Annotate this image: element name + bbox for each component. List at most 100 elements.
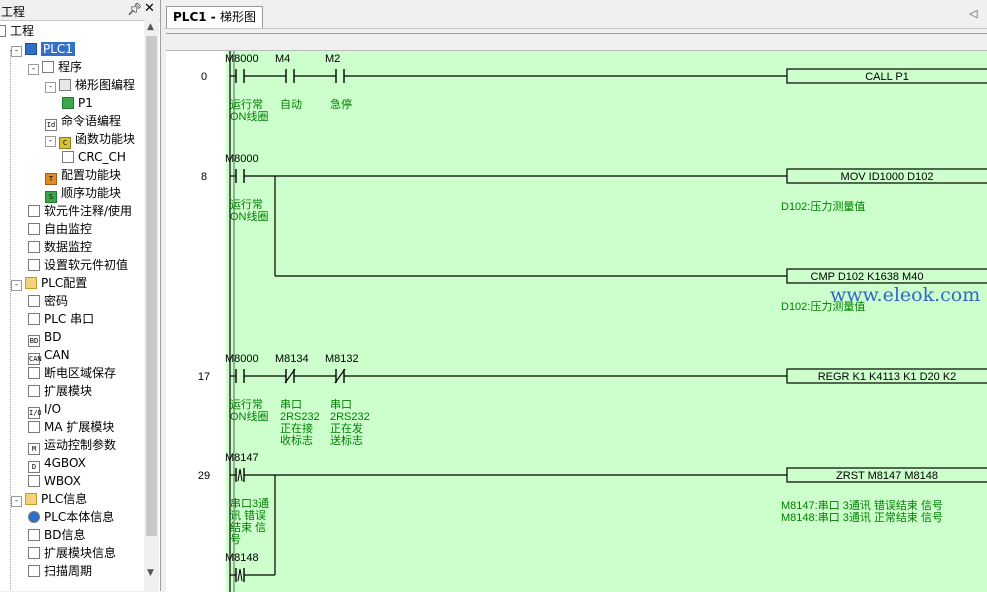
tree-node-30[interactable]: 扫描周期 xyxy=(28,562,92,580)
tree-node-2[interactable]: - 程序 xyxy=(28,58,82,76)
tree-node-label: PLC信息 xyxy=(41,492,88,506)
watermark: www.eleok.com xyxy=(830,284,981,306)
contact-comment: 自动 xyxy=(280,98,302,111)
tab-label-main: 梯形图 xyxy=(219,10,256,24)
tree-node-25[interactable]: WBOX xyxy=(28,472,81,490)
expansion-module-icon xyxy=(28,385,40,397)
contact-comment: 运行常 xyxy=(230,198,263,211)
instruction-text: REGR K1 K4113 K1 D20 K2 xyxy=(818,371,957,383)
tree-node-21[interactable]: I/O I/O xyxy=(28,400,62,419)
tree-node-3[interactable]: - 梯形图编程 xyxy=(45,76,135,94)
tree-node-24[interactable]: D 4GBOX xyxy=(28,454,86,473)
serial-port-icon xyxy=(28,313,40,325)
tree-collapse-icon[interactable]: - xyxy=(11,496,22,507)
tab-scroll-left-icon[interactable]: ◁ xyxy=(969,7,977,20)
tree-node-13[interactable]: 设置软元件初值 xyxy=(28,256,128,274)
tree-node-label: CRC_CH xyxy=(78,150,126,164)
contact-comment: 串口 xyxy=(330,398,352,411)
branch-instruction-text: CMP D102 K1638 M40 xyxy=(811,271,924,283)
tree-collapse-icon[interactable]: - xyxy=(45,82,56,93)
scroll-down-arrow-icon[interactable]: ▼ xyxy=(147,568,154,578)
tree-node-8[interactable]: T 配置功能块 xyxy=(45,166,121,185)
contact-comment: ON线圈 xyxy=(230,409,269,423)
tree-node-18[interactable]: CAN CAN xyxy=(28,346,70,365)
tree-node-label: CAN xyxy=(44,348,70,362)
scrollbar-thumb[interactable] xyxy=(146,36,157,536)
tree-collapse-icon[interactable]: - xyxy=(11,46,22,57)
contact-comment: 2RS232 xyxy=(330,411,370,423)
contact-comment: ON线圈 xyxy=(230,209,269,223)
ladder-rungs[interactable]: 0M8000运行常ON线圈M4自动M2急停CALL P18M8000运行常ON线… xyxy=(166,34,987,592)
tree-node-4[interactable]: P1 xyxy=(62,94,93,112)
rung-step-number: 17 xyxy=(198,371,210,383)
tree-node-15[interactable]: 密码 xyxy=(28,292,68,310)
close-icon[interactable]: ✕ xyxy=(144,1,155,16)
contact-comment: 正在接 xyxy=(280,422,313,435)
tree-node-9[interactable]: S 顺序功能块 xyxy=(45,184,121,203)
ladder-diagram[interactable]: 0 M8000 运行常 ON线圈 M4 自动 M2 急停 CALL P1 8 M8000 运行常 ON线… xyxy=(166,33,987,592)
contact-pulse-mark-left xyxy=(237,568,241,582)
contact-comment: 串口 xyxy=(280,398,302,411)
tree-node-16[interactable]: PLC 串口 xyxy=(28,310,94,328)
folder-icon xyxy=(25,277,37,289)
contact-label: M8134 xyxy=(275,353,309,365)
tree-node-6[interactable]: - C 函数功能块 xyxy=(45,130,136,149)
tree-collapse-icon[interactable]: - xyxy=(45,136,56,147)
tree-node-23[interactable]: M 运动控制参数 xyxy=(28,436,116,455)
contact-label: M8000 xyxy=(225,53,259,65)
tree-node-22[interactable]: MA 扩展模块 xyxy=(28,418,114,436)
tree-node-10[interactable]: 软元件注释/使用 xyxy=(28,202,132,220)
tree-node-label: 函数功能块 xyxy=(75,132,136,146)
tab-plc1-ladder[interactable]: PLC1 - 梯形图 xyxy=(166,6,263,28)
contact-comment: 讯 错误 xyxy=(230,508,266,522)
tree-node-5[interactable]: Id 命令语编程 xyxy=(45,112,121,131)
tree-node-11[interactable]: 自由监控 xyxy=(28,220,92,238)
tree-node-20[interactable]: 扩展模块 xyxy=(28,382,92,400)
instruction-comment: M8148:串口 3通讯 正常结束 信号 xyxy=(781,511,943,524)
tree-node-label: BD xyxy=(44,330,62,344)
tree-node-19[interactable]: 断电区域保存 xyxy=(28,364,116,382)
contact-comment: 串口3通 xyxy=(230,497,269,510)
contact-label: M8000 xyxy=(225,153,259,165)
tree-node-label: 扩展模块 xyxy=(44,384,93,398)
scroll-up-arrow-icon[interactable]: ▲ xyxy=(147,22,154,32)
tree-vertical-scrollbar[interactable]: ▲ ▼ xyxy=(144,20,159,591)
pin-icon[interactable]: 📌︎ xyxy=(127,2,142,16)
initial-value-icon xyxy=(28,259,40,271)
tree-collapse-icon[interactable]: - xyxy=(28,64,39,75)
contact-label: M8148 xyxy=(225,552,259,564)
contact-label: M8132 xyxy=(325,353,359,365)
contact-comment: 急停 xyxy=(330,97,352,111)
document-icon xyxy=(62,151,74,163)
tree-node-label: PLC配置 xyxy=(41,276,88,290)
tree-node-0[interactable]: 工程 xyxy=(0,22,34,40)
contact-label: M2 xyxy=(325,53,340,65)
contact-comment: 结束 信 xyxy=(230,521,266,534)
tree-node-14[interactable]: - PLC配置 xyxy=(11,274,87,292)
tree-node-12[interactable]: 数据监控 xyxy=(28,238,92,256)
instruction-text: ZRST M8147 M8148 xyxy=(836,470,938,482)
project-icon xyxy=(0,25,6,37)
contact-comment: 运行常 xyxy=(230,398,263,411)
instruction-comment: M8147:串口 3通讯 错误结束 信号 xyxy=(781,498,943,512)
instruction-text: CALL P1 xyxy=(865,71,909,83)
contact-comment: 运行常 xyxy=(230,98,263,111)
tree-node-28[interactable]: BD信息 xyxy=(28,526,85,544)
tree-node-29[interactable]: 扩展模块信息 xyxy=(28,544,116,562)
contact-comment: ON线圈 xyxy=(230,109,269,123)
tree-node-27[interactable]: PLC本体信息 xyxy=(28,508,114,526)
tree-node-7[interactable]: CRC_CH xyxy=(62,148,126,166)
editor-area: PLC1 - 梯形图 ◁ 0 M8000 运行常 ON线圈 M4 自动 M2 急停 CALL P… xyxy=(163,0,987,592)
tree-collapse-icon[interactable]: - xyxy=(11,280,22,291)
program-icon xyxy=(42,61,54,73)
tree-node-label: 自由监控 xyxy=(44,222,93,236)
tree-node-1[interactable]: - PLC1 xyxy=(11,40,75,58)
tree-node-label: P1 xyxy=(78,96,93,110)
tree-node-label: I/O xyxy=(44,402,62,416)
folder-icon xyxy=(25,493,37,505)
tree-node-label: 软元件注释/使用 xyxy=(44,204,133,218)
project-tree-panel: 工程 📌︎ ✕ 工程 - PLC1- 程序 - 梯形图编程 P1 Id 命令语编程 - C 函数功能块… xyxy=(0,0,161,591)
tree-node-26[interactable]: - PLC信息 xyxy=(11,490,87,508)
document-tab-bar: PLC1 - 梯形图 ◁ xyxy=(163,0,987,29)
tree-node-17[interactable]: BD BD xyxy=(28,328,62,347)
